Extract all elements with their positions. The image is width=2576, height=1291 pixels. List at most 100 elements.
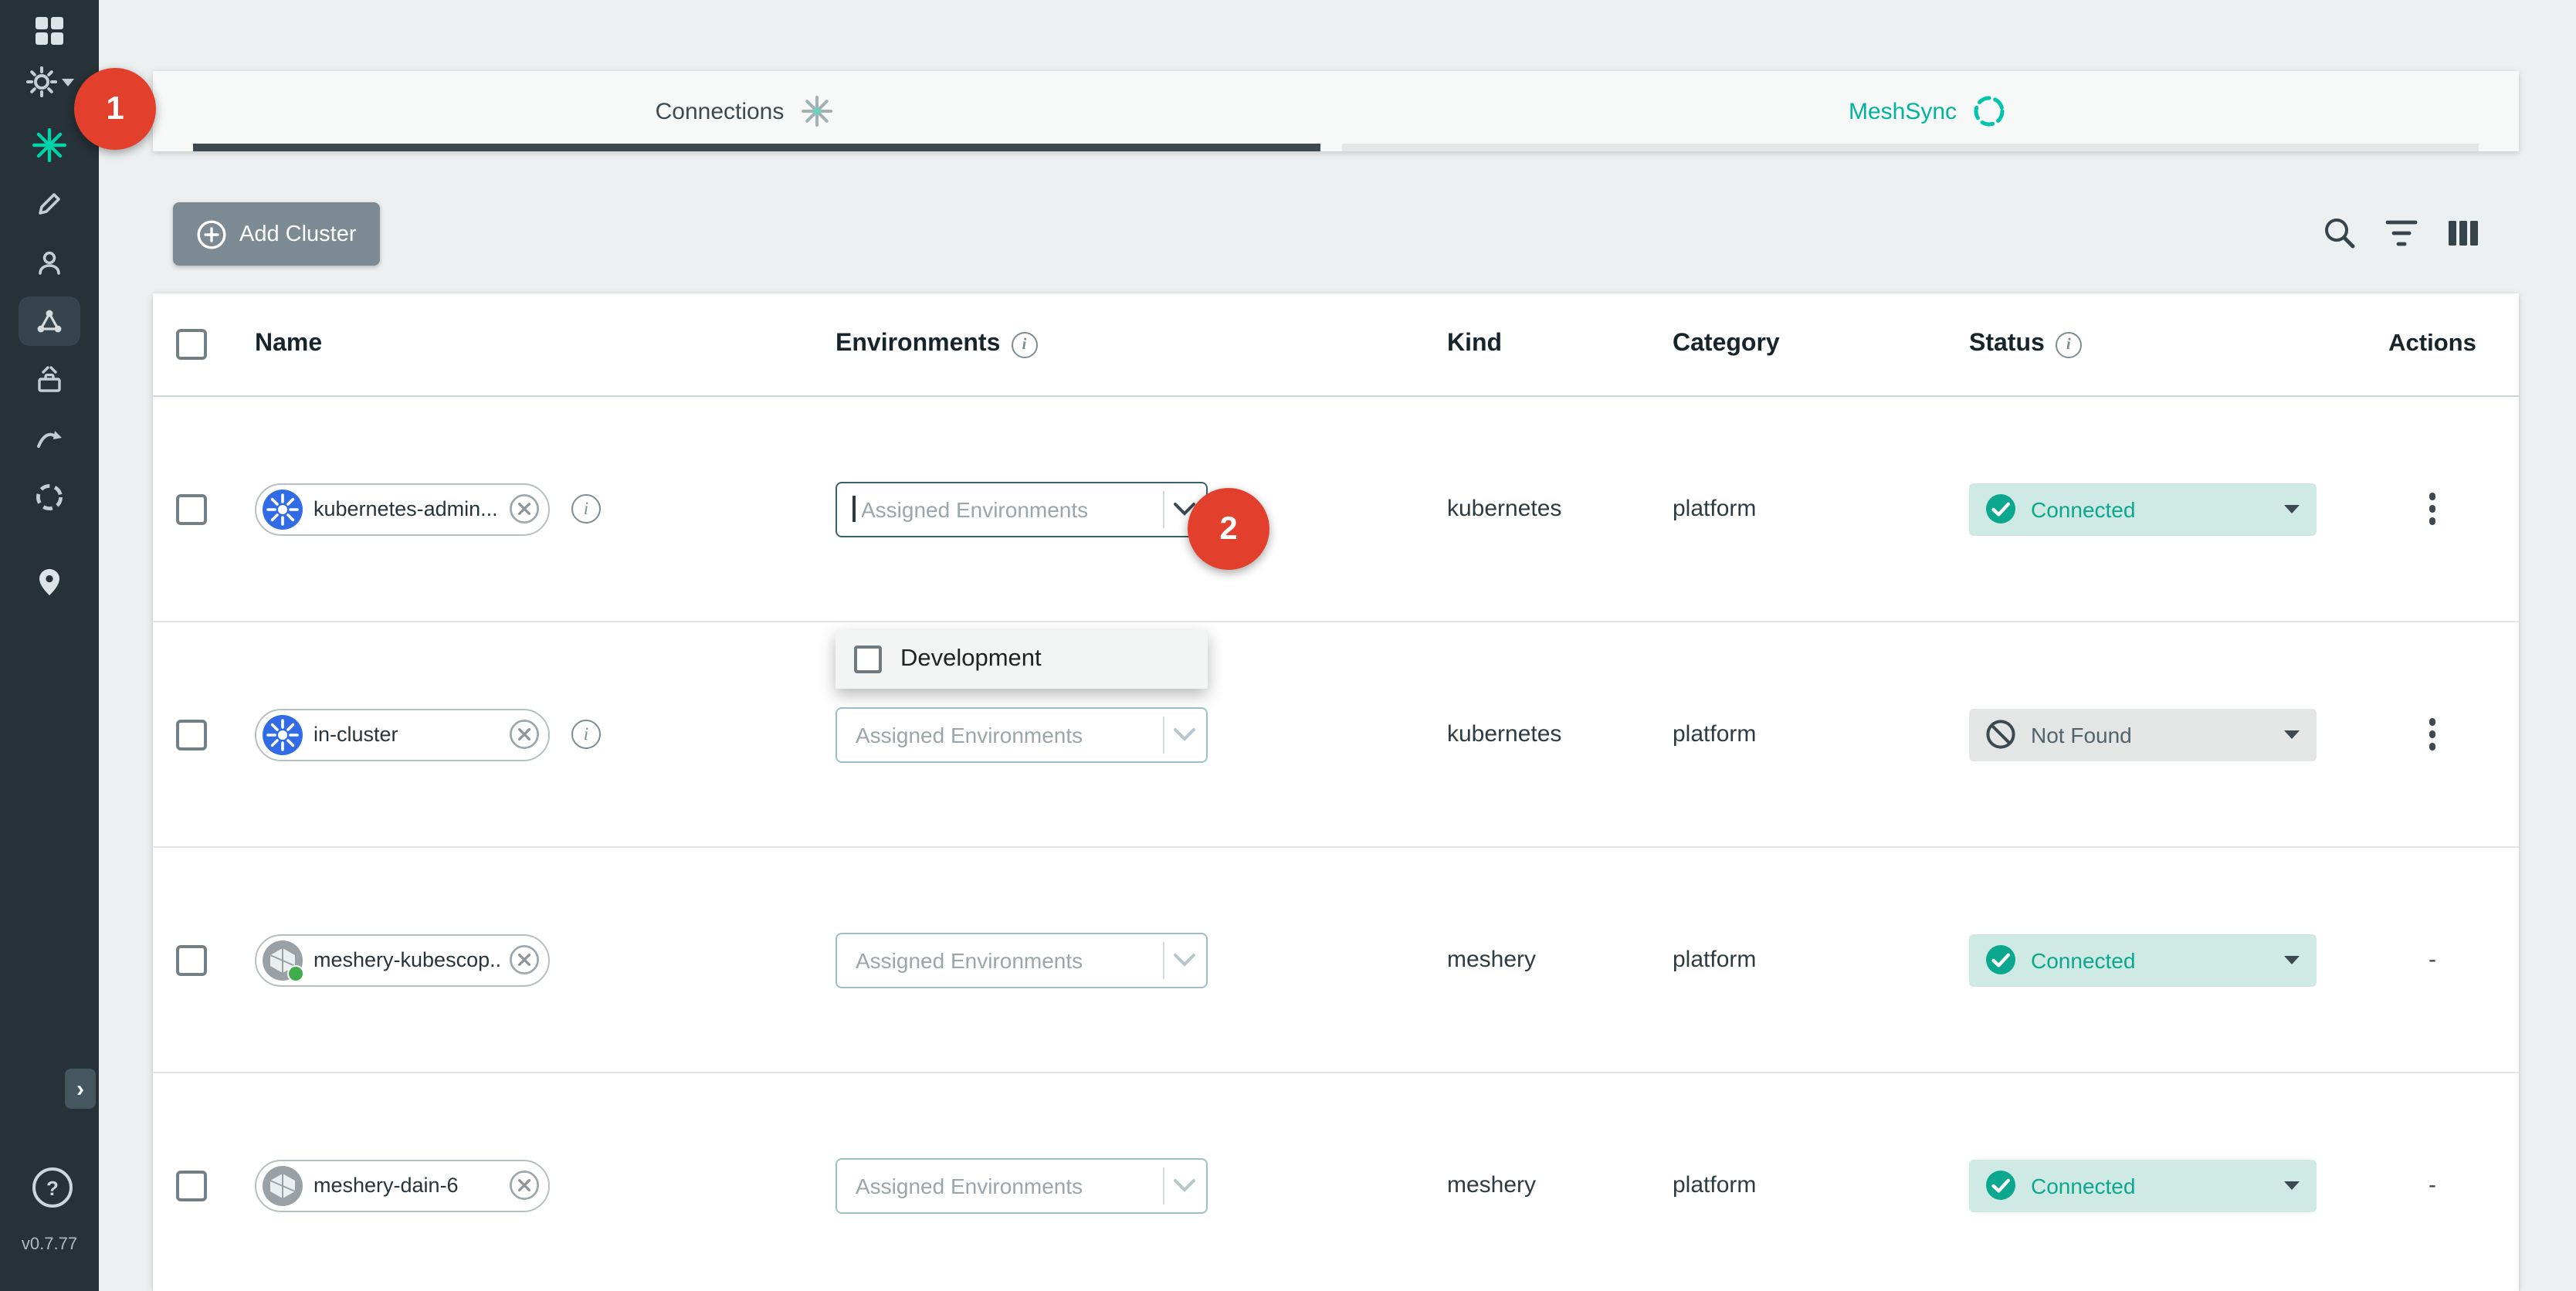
environments-dropdown: Development — [836, 629, 1208, 688]
actions-empty: - — [2429, 1172, 2436, 1198]
connection-name: meshery-kubescop... — [314, 948, 502, 971]
category-value: platform — [1673, 721, 1969, 747]
header-name: Name — [255, 330, 836, 358]
kind-value: meshery — [1447, 947, 1673, 973]
connections-table: Name Environments i Kind Category Status… — [153, 293, 2519, 1291]
check-circle-icon — [1985, 944, 2017, 976]
select-divider — [1163, 490, 1164, 527]
header-environments: Environments — [836, 330, 1000, 358]
header-kind: Kind — [1447, 330, 1673, 358]
view-columns-icon[interactable] — [2443, 213, 2483, 253]
remove-connection-icon[interactable] — [508, 1169, 541, 1201]
environments-select[interactable] — [836, 932, 1208, 988]
status-label: Not Found — [2031, 722, 2269, 747]
connection-name: meshery-dain-6 — [314, 1174, 502, 1197]
chevron-down-icon — [61, 78, 73, 86]
table-row: kubernetes-admin... i — [153, 397, 2519, 622]
chevron-down-icon[interactable] — [1172, 953, 1197, 967]
extensions-icon[interactable] — [0, 468, 99, 527]
table-toolbar-icons — [2320, 213, 2483, 253]
connection-chip[interactable]: meshery-dain-6 — [255, 1159, 550, 1211]
caret-down-icon — [2283, 503, 2301, 514]
info-icon[interactable]: i — [571, 720, 601, 749]
tab-connections-label: Connections — [656, 98, 785, 124]
environment-option[interactable]: Development — [836, 629, 1208, 688]
status-label: Connected — [2031, 947, 2269, 972]
status-badge[interactable]: Connected — [1969, 483, 2317, 535]
online-status-dot — [287, 964, 304, 981]
kind-value: kubernetes — [1447, 496, 1673, 522]
option-checkbox[interactable] — [854, 645, 882, 673]
chevron-down-icon[interactable] — [1172, 727, 1197, 741]
header-category: Category — [1673, 330, 1969, 358]
status-badge[interactable]: Not Found — [1969, 708, 2317, 761]
search-icon[interactable] — [2320, 213, 2360, 253]
environments-input[interactable] — [858, 495, 1155, 523]
tab-meshsync-label: MeshSync — [1849, 98, 1957, 124]
sidebar: › ? v0.7.77 — [0, 0, 99, 1291]
filter-icon[interactable] — [2381, 213, 2422, 253]
status-badge[interactable]: Connected — [1969, 934, 2317, 986]
meshsync-spinner-icon — [1972, 94, 2006, 128]
table-header-row: Name Environments i Kind Category Status… — [153, 293, 2519, 397]
blocked-icon — [1985, 718, 2017, 751]
check-circle-icon — [1985, 493, 2017, 525]
select-divider — [1163, 1167, 1164, 1204]
caret-down-icon — [2283, 729, 2301, 740]
environments-info-icon[interactable]: i — [1011, 331, 1037, 357]
chevron-down-icon[interactable] — [1172, 1178, 1197, 1192]
help-button[interactable]: ? — [32, 1167, 73, 1208]
add-cluster-button[interactable]: Add Cluster — [173, 202, 380, 266]
configuration-icon[interactable] — [0, 175, 99, 233]
users-icon[interactable] — [0, 233, 99, 292]
option-label: Development — [900, 645, 1042, 673]
tab-connections[interactable]: Connections — [153, 71, 1336, 151]
active-tab-indicator — [193, 144, 1320, 151]
info-icon[interactable]: i — [571, 494, 601, 524]
kind-value: meshery — [1447, 1172, 1673, 1198]
tab-meshsync[interactable]: MeshSync — [1336, 71, 2519, 151]
check-circle-icon — [1985, 1169, 2017, 1201]
service-mesh-icon[interactable] — [0, 292, 99, 351]
version-label: v0.7.77 — [0, 1235, 99, 1254]
category-value: platform — [1673, 496, 1969, 522]
remove-connection-icon[interactable] — [508, 718, 541, 751]
status-badge[interactable]: Connected — [1969, 1159, 2317, 1211]
add-cluster-label: Add Cluster — [239, 222, 357, 246]
row-checkbox[interactable] — [176, 493, 207, 524]
environments-select[interactable] — [836, 706, 1208, 762]
connection-chip[interactable]: meshery-kubescop... — [255, 934, 550, 986]
meshery-avatar-icon — [263, 940, 303, 980]
row-checkbox[interactable] — [176, 1170, 207, 1201]
environments-input[interactable] — [852, 946, 1155, 974]
connection-name: kubernetes-admin... — [314, 497, 502, 520]
environments-input[interactable] — [852, 1171, 1155, 1199]
dashboard-icon[interactable] — [0, 2, 99, 60]
tab-bar: Connections MeshSync — [153, 71, 2519, 151]
category-value: platform — [1673, 947, 1969, 973]
table-row: in-cluster i kubernetes platform — [153, 622, 2519, 848]
annotation-step-2: 2 — [1188, 488, 1269, 570]
connection-chip[interactable]: kubernetes-admin... — [255, 483, 550, 535]
location-pin-icon[interactable] — [0, 553, 99, 612]
row-checkbox[interactable] — [176, 944, 207, 975]
category-value: platform — [1673, 1172, 1969, 1198]
actions-empty: - — [2429, 947, 2436, 973]
toolbox-icon[interactable] — [0, 351, 99, 409]
environments-select[interactable] — [836, 1157, 1208, 1213]
select-all-checkbox[interactable] — [176, 329, 207, 360]
status-info-icon[interactable]: i — [2056, 331, 2082, 357]
row-checkbox[interactable] — [176, 719, 207, 750]
sidebar-expand-button[interactable]: › — [65, 1069, 96, 1109]
environments-input[interactable] — [852, 720, 1155, 748]
remove-connection-icon[interactable] — [508, 944, 541, 976]
row-actions-menu-icon[interactable] — [2423, 713, 2442, 757]
table-row: meshery-dain-6 meshery platform — [153, 1073, 2519, 1291]
performance-icon[interactable] — [0, 409, 99, 468]
row-actions-menu-icon[interactable] — [2423, 487, 2442, 531]
remove-connection-icon[interactable] — [508, 493, 541, 525]
table-row: meshery-kubescop... meshery platform — [153, 848, 2519, 1073]
connection-chip[interactable]: in-cluster — [255, 708, 550, 761]
environments-select[interactable] — [836, 481, 1208, 537]
connections-tab-icon — [799, 94, 833, 128]
